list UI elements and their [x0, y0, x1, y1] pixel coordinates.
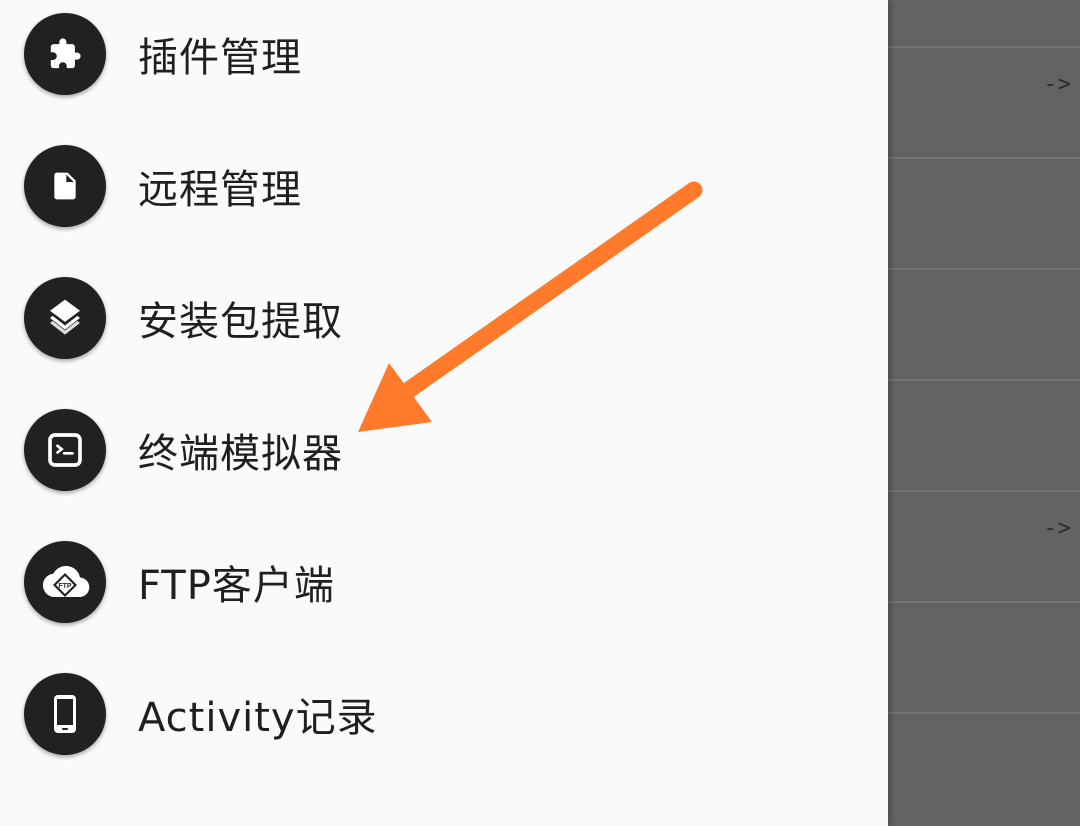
- drawer-item-label: Activity记录: [138, 695, 378, 741]
- terminal-icon: [24, 409, 106, 491]
- drawer-item-plugin-manager[interactable]: 插件管理: [0, 0, 888, 120]
- drawer-item-ftp-client[interactable]: FTP FTP客户端: [0, 516, 888, 648]
- background-divider: [888, 601, 1080, 603]
- drawer-item-label: 插件管理: [138, 35, 302, 81]
- ftp-cloud-icon: FTP: [24, 541, 106, 623]
- drawer-item-remote-manager[interactable]: 远程管理: [0, 120, 888, 252]
- navigation-drawer: 插件管理 远程管理 安装包提取 终端模拟器 FTP FTP客户端 Activit…: [0, 0, 888, 826]
- background-divider: [888, 268, 1080, 270]
- drawer-item-terminal-emulator[interactable]: 终端模拟器: [0, 384, 888, 516]
- file-icon: [24, 145, 106, 227]
- background-divider: [888, 379, 1080, 381]
- background-divider: [888, 157, 1080, 159]
- drawer-item-label: 终端模拟器: [138, 431, 343, 477]
- drawer-item-package-extract[interactable]: 安装包提取: [0, 252, 888, 384]
- phone-icon: [24, 673, 106, 755]
- drawer-item-activity-log[interactable]: Activity记录: [0, 648, 888, 780]
- ftp-icon-text: FTP: [58, 583, 72, 590]
- drawer-item-label: 远程管理: [138, 167, 302, 213]
- drawer-item-label: FTP客户端: [138, 563, 335, 609]
- drawer-item-label: 安装包提取: [138, 299, 343, 345]
- layers-icon: [24, 277, 106, 359]
- background-divider: [888, 712, 1080, 714]
- puzzle-icon: [24, 13, 106, 95]
- background-divider: [888, 46, 1080, 48]
- background-arrow: ->: [1043, 72, 1072, 97]
- background-divider: [888, 490, 1080, 492]
- background-arrow: ->: [1043, 516, 1072, 541]
